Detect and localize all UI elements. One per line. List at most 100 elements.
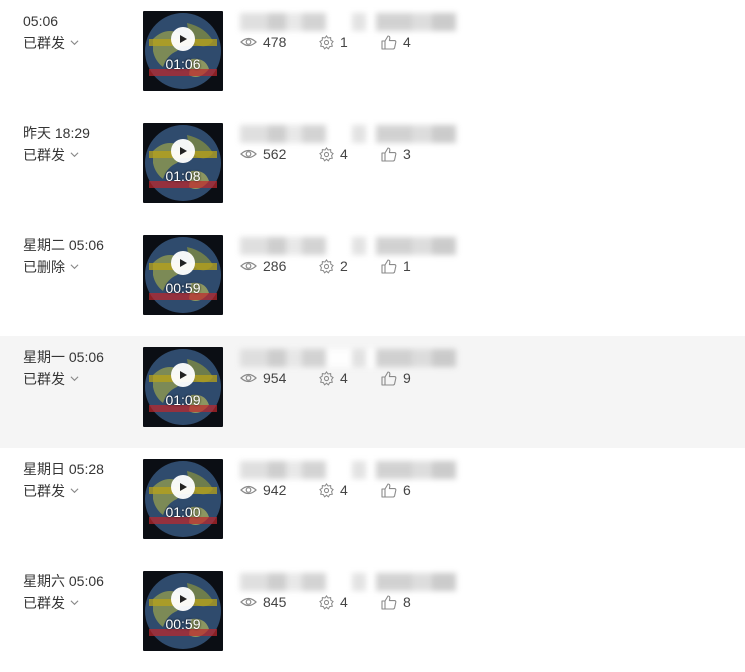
- likes-count: 1: [403, 258, 411, 274]
- video-thumbnail[interactable]: 01:08: [143, 123, 223, 203]
- post-row[interactable]: 星期二 05:06 已删除 00:59 286 2 1: [0, 224, 745, 336]
- play-icon[interactable]: [171, 363, 195, 387]
- post-row[interactable]: 星期日 05:28 已群发 01:00 942 4 6: [0, 448, 745, 560]
- globe-thumbnail-image: [143, 235, 223, 315]
- post-meta: 星期六 05:06 已群发: [23, 570, 104, 614]
- likes-stat: 3: [381, 144, 411, 164]
- thumbs-up-icon: [381, 482, 397, 498]
- video-thumbnail[interactable]: 01:09: [143, 347, 223, 427]
- likes-count: 3: [403, 146, 411, 162]
- views-stat: 954: [240, 368, 286, 388]
- video-thumbnail[interactable]: 00:59: [143, 235, 223, 315]
- share-gear-icon: [319, 34, 334, 50]
- video-duration: 01:09: [165, 392, 201, 408]
- post-row[interactable]: 05:06 已群发 01:06 478 1 4: [0, 0, 745, 112]
- share-gear-icon: [319, 370, 334, 386]
- shares-stat: 2: [319, 256, 348, 276]
- status-label: 已删除: [23, 259, 65, 275]
- video-thumbnail[interactable]: 01:00: [143, 459, 223, 539]
- eye-icon: [240, 37, 257, 47]
- status-label: 已群发: [23, 147, 65, 163]
- status-label: 已群发: [23, 595, 65, 611]
- video-duration: 00:59: [165, 616, 201, 632]
- video-thumbnail[interactable]: 00:59: [143, 571, 223, 651]
- status-label: 已群发: [23, 371, 65, 387]
- status-label: 已群发: [23, 35, 65, 51]
- shares-count: 4: [340, 370, 348, 386]
- likes-stat: 9: [381, 368, 411, 388]
- likes-stat: 6: [381, 480, 411, 500]
- post-time: 昨天 18:29: [23, 125, 90, 141]
- play-icon[interactable]: [171, 27, 195, 51]
- thumbs-up-icon: [381, 370, 397, 386]
- likes-stat: 1: [381, 256, 411, 276]
- blurred-title: [240, 237, 456, 255]
- post-time: 星期二 05:06: [23, 237, 104, 253]
- post-time: 星期日 05:28: [23, 461, 104, 477]
- video-thumbnail[interactable]: 01:06: [143, 11, 223, 91]
- blurred-title: [240, 13, 456, 31]
- post-row[interactable]: 星期一 05:06 已群发 01:09 954 4 9: [0, 336, 745, 448]
- shares-count: 4: [340, 482, 348, 498]
- shares-count: 4: [340, 146, 348, 162]
- status-dropdown[interactable]: 已群发: [23, 32, 79, 54]
- shares-count: 2: [340, 258, 348, 274]
- thumbs-up-icon: [381, 34, 397, 50]
- video-duration: 00:59: [165, 280, 201, 296]
- thumbs-up-icon: [381, 594, 397, 610]
- status-dropdown[interactable]: 已群发: [23, 368, 79, 390]
- status-label: 已群发: [23, 483, 65, 499]
- chevron-down-icon: [70, 599, 79, 605]
- post-row[interactable]: 星期六 05:06 已群发 00:59 845 4 8: [0, 560, 745, 672]
- views-stat: 478: [240, 32, 286, 52]
- chevron-down-icon: [70, 375, 79, 381]
- globe-thumbnail-image: [143, 571, 223, 651]
- views-stat: 562: [240, 144, 286, 164]
- likes-count: 4: [403, 34, 411, 50]
- video-duration: 01:00: [165, 504, 201, 520]
- likes-stat: 8: [381, 592, 411, 612]
- status-dropdown[interactable]: 已群发: [23, 144, 79, 166]
- blurred-title: [240, 573, 456, 591]
- post-time: 星期一 05:06: [23, 349, 104, 365]
- shares-stat: 4: [319, 368, 348, 388]
- blurred-title: [240, 349, 456, 367]
- shares-count: 1: [340, 34, 348, 50]
- thumbs-up-icon: [381, 146, 397, 162]
- post-time: 星期六 05:06: [23, 573, 104, 589]
- shares-stat: 4: [319, 592, 348, 612]
- views-count: 286: [263, 258, 287, 274]
- globe-thumbnail-image: [143, 11, 223, 91]
- post-meta: 昨天 18:29 已群发: [23, 122, 90, 166]
- post-meta: 05:06 已群发: [23, 10, 79, 54]
- play-icon[interactable]: [171, 251, 195, 275]
- views-count: 478: [263, 34, 287, 50]
- blurred-title: [240, 461, 456, 479]
- post-meta: 星期日 05:28 已群发: [23, 458, 104, 502]
- shares-stat: 4: [319, 144, 348, 164]
- post-time: 05:06: [23, 13, 59, 29]
- play-icon[interactable]: [171, 475, 195, 499]
- status-dropdown[interactable]: 已群发: [23, 480, 79, 502]
- play-icon[interactable]: [171, 587, 195, 611]
- share-gear-icon: [319, 482, 334, 498]
- blurred-title: [240, 125, 456, 143]
- status-dropdown[interactable]: 已删除: [23, 256, 79, 278]
- chevron-down-icon: [70, 263, 79, 269]
- post-meta: 星期一 05:06 已群发: [23, 346, 104, 390]
- eye-icon: [240, 485, 257, 495]
- shares-count: 4: [340, 594, 348, 610]
- eye-icon: [240, 261, 257, 271]
- globe-thumbnail-image: [143, 123, 223, 203]
- post-row[interactable]: 昨天 18:29 已群发 01:08 562 4 3: [0, 112, 745, 224]
- play-icon[interactable]: [171, 139, 195, 163]
- views-stat: 845: [240, 592, 286, 612]
- views-count: 845: [263, 594, 287, 610]
- shares-stat: 4: [319, 480, 348, 500]
- status-dropdown[interactable]: 已群发: [23, 592, 79, 614]
- views-count: 562: [263, 146, 287, 162]
- shares-stat: 1: [319, 32, 348, 52]
- likes-stat: 4: [381, 32, 411, 52]
- chevron-down-icon: [70, 487, 79, 493]
- video-duration: 01:06: [165, 56, 201, 72]
